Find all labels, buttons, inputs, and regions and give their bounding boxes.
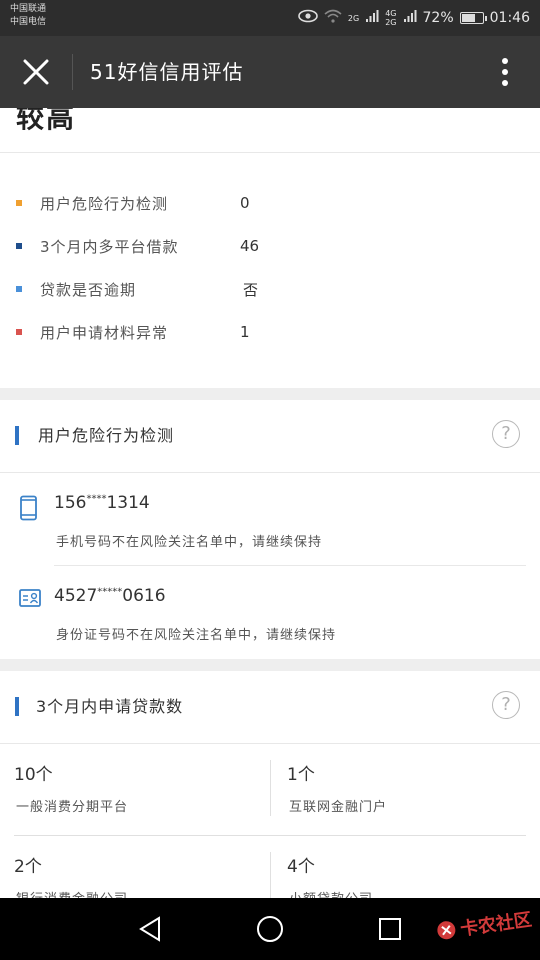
bullet-dot <box>16 329 22 335</box>
credit-level-card: 较高 <box>0 108 540 153</box>
help-icon[interactable]: ? <box>492 420 520 448</box>
loan-cell: 2个 银行消费金融公司 <box>0 836 255 898</box>
summary-row: 3个月内多平台借款 46 <box>0 226 540 266</box>
more-vertical-icon <box>502 58 508 86</box>
phone-number: 156****1314 <box>54 493 150 513</box>
more-menu-button[interactable] <box>490 50 520 94</box>
section-accent-bar <box>15 697 19 716</box>
scroll-content[interactable]: 较高 用户危险行为检测 0 3个月内多平台借款 46 贷款是否逾期 否 用户申请… <box>0 108 540 898</box>
credit-level-text: 较高 <box>16 108 77 134</box>
loan-count: 10个 <box>14 765 53 785</box>
back-button[interactable] <box>130 909 170 949</box>
signal-icon-2 <box>403 9 417 27</box>
loan-cell: 10个 一般消费分期平台 <box>0 744 255 836</box>
divider <box>270 760 271 816</box>
recents-square-icon <box>379 918 401 940</box>
section-title: 用户危险行为检测 <box>38 426 175 445</box>
watermark-text: 卡农社区 <box>458 909 534 941</box>
carrier-info: 中国联通 中国电信 <box>10 3 46 29</box>
network-type-1: 2G <box>347 13 360 23</box>
summary-label: 3个月内多平台借款 <box>40 237 179 256</box>
loan-grid-row: 2个 银行消费金融公司 4个 小额贷款公司 <box>0 836 540 898</box>
loan-section-header: 3个月内申请贷款数 ? <box>0 671 540 744</box>
bullet-dot <box>16 286 22 292</box>
loan-count: 2个 <box>14 857 42 877</box>
app-bar: 51好信信用评估 <box>0 36 540 108</box>
section-accent-bar <box>15 426 19 445</box>
close-icon <box>23 59 49 85</box>
help-icon[interactable]: ? <box>492 691 520 719</box>
close-button[interactable] <box>14 50 58 94</box>
recents-button[interactable] <box>370 909 410 949</box>
loan-count: 4个 <box>287 857 315 877</box>
loan-grid-row: 10个 一般消费分期平台 1个 互联网金融门户 <box>0 744 540 836</box>
summary-label: 贷款是否逾期 <box>40 280 137 299</box>
home-button[interactable] <box>250 909 290 949</box>
carrier-2: 中国电信 <box>10 17 47 27</box>
summary-value: 1 <box>240 323 250 341</box>
divider <box>270 852 271 898</box>
loan-category: 银行消费金融公司 <box>16 888 128 898</box>
system-nav-bar: 卡农社区 <box>0 898 540 960</box>
watermark-logo-icon <box>437 921 456 940</box>
bullet-dot <box>16 243 22 249</box>
phone-icon <box>19 495 39 525</box>
loan-count: 1个 <box>287 765 315 785</box>
wifi-icon <box>324 9 342 27</box>
id-number: 4527*****0616 <box>54 586 166 606</box>
status-bar: 中国联通 中国电信 2G 4G 2G 72% 01:46 <box>0 0 540 36</box>
summary-row: 用户危险行为检测 0 <box>0 183 540 223</box>
id-check-desc: 身份证号码不在风险关注名单中，请继续保持 <box>56 628 337 643</box>
risk-section-header: 用户危险行为检测 ? <box>0 400 540 473</box>
summary-value: 46 <box>240 237 260 255</box>
page-title: 51好信信用评估 <box>90 60 244 84</box>
summary-row: 用户申请材料异常 1 <box>0 312 540 352</box>
eye-icon <box>298 9 318 27</box>
back-triangle-icon <box>139 916 160 942</box>
battery-icon <box>459 12 487 24</box>
carrier-1: 中国联通 <box>10 4 47 14</box>
battery-percent: 72% <box>422 10 454 26</box>
appbar-divider <box>72 54 73 90</box>
clock: 01:46 <box>489 10 530 26</box>
loan-cell: 1个 互联网金融门户 <box>273 744 528 836</box>
status-icons: 2G 4G 2G 72% 01:46 <box>298 0 530 36</box>
summary-value: 0 <box>240 194 250 212</box>
phone-check-desc: 手机号码不在风险关注名单中，请继续保持 <box>56 535 323 550</box>
summary-label: 用户申请材料异常 <box>40 323 169 342</box>
bullet-dot <box>16 200 22 206</box>
signal-icon-1 <box>365 9 379 27</box>
loan-cell: 4个 小额贷款公司 <box>273 836 528 898</box>
summary-value: 否 <box>243 280 259 299</box>
summary-card: 用户危险行为检测 0 3个月内多平台借款 46 贷款是否逾期 否 用户申请材料异… <box>0 153 540 388</box>
id-card-icon <box>19 588 41 612</box>
section-title: 3个月内申请贷款数 <box>36 697 184 716</box>
summary-row: 贷款是否逾期 否 <box>0 269 540 309</box>
network-type-2: 4G 2G <box>385 9 397 27</box>
loan-category: 互联网金融门户 <box>289 800 388 815</box>
watermark: 卡农社区 <box>434 905 534 944</box>
loan-category: 小额贷款公司 <box>289 888 373 898</box>
home-circle-icon <box>257 916 283 942</box>
phone-check-item: 156****1314 手机号码不在风险关注名单中，请继续保持 <box>0 473 540 566</box>
idcard-check-item: 4527*****0616 身份证号码不在风险关注名单中，请继续保持 <box>0 566 540 659</box>
summary-label: 用户危险行为检测 <box>40 194 169 213</box>
loan-category: 一般消费分期平台 <box>16 800 129 815</box>
